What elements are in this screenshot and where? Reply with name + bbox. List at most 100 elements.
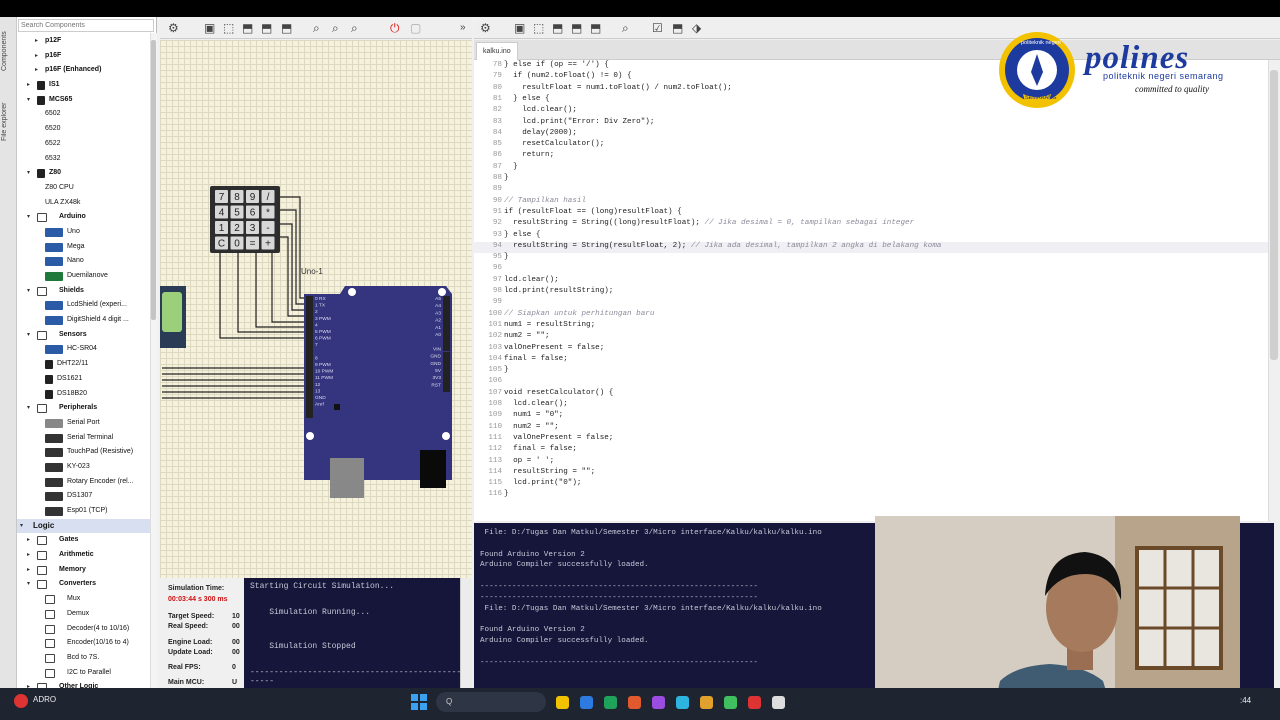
tree-item[interactable]: 6532 [17,152,156,167]
editor-scroll-thumb[interactable] [1270,70,1278,360]
collapse-arrow-icon[interactable]: ▾ [27,401,30,416]
settings-gear-icon[interactable]: ⚙ [168,21,179,35]
tree-item[interactable]: I2C to Parallel [17,666,156,681]
tree-group[interactable]: ▸ Other Logic [17,680,156,688]
code-line[interactable]: valOnePresent = false; [504,344,604,352]
tree-item[interactable]: Nano [17,254,156,269]
code-editor[interactable]: 78} else if (op == '/') {79 if (num2.toF… [474,60,1268,521]
tree-group[interactable]: ▸ Gates [17,533,156,548]
open-file-icon[interactable]: ⬚ [533,21,544,35]
tree-group[interactable]: ▸ Memory [17,563,156,578]
tree-group[interactable]: ▾ Converters [17,577,156,592]
collapse-arrow-icon[interactable]: ▾ [27,328,30,343]
code-line[interactable]: resultString = String(resultFloat, 2); /… [504,242,941,250]
code-line[interactable]: num1 = "0"; [504,411,563,419]
components-scroll-thumb[interactable] [151,40,156,320]
expand-arrow-icon[interactable]: ▸ [27,548,30,563]
tree-group[interactable]: ▾ Logic [17,518,156,534]
tree-item[interactable]: LcdShield (experi... [17,298,156,313]
code-line[interactable]: num2 = ""; [504,332,550,340]
circuit-canvas[interactable]: 7 8 9/4 5 6 * 1 2 3- C 0 = + Uno-1 0 RX 1 TX 2 3 PWM 4 5 … [160,40,472,578]
collapse-arrow-icon[interactable]: ▾ [27,166,30,181]
tree-item[interactable]: DHT22/11 [17,357,156,372]
taskbar-clock[interactable]: :44 [1240,696,1251,705]
code-line[interactable]: } [504,490,509,498]
save-circuit-icon[interactable]: ▣ [204,21,215,35]
taskbar-app-icon[interactable] [604,696,617,709]
collapse-arrow-icon[interactable]: ▾ [27,577,30,592]
taskbar-app-icon[interactable] [724,696,737,709]
tree-item[interactable]: Serial Port [17,416,156,431]
taskbar-app-label[interactable]: ADRO [33,695,56,704]
tree-group[interactable]: ▾ Peripherals [17,401,156,416]
expand-arrow-icon[interactable]: ▸ [27,563,30,578]
tree-item[interactable]: 6520 [17,122,156,137]
tree-group[interactable]: ▸ IS1 [17,78,156,93]
component-search-input[interactable] [18,19,154,32]
tree-item[interactable]: Uno [17,225,156,240]
code-line[interactable]: resultFloat = num1.toFloat() / num2.toFl… [504,84,732,92]
windows-start-icon[interactable] [411,694,427,710]
code-line[interactable]: valOnePresent = false; [504,434,613,442]
tree-item[interactable]: Decoder(4 to 10/16) [17,622,156,637]
tree-item[interactable]: DS1621 [17,372,156,387]
collapse-arrow-icon[interactable]: ▾ [27,93,30,108]
zoom-in-icon[interactable]: ⌕ [332,21,339,35]
taskbar-app-icon[interactable] [676,696,689,709]
debug-icon[interactable]: ⬗ [692,21,701,35]
collapse-arrow-icon[interactable]: ▾ [20,519,23,534]
tab-file-explorer[interactable]: File explorer [1,87,16,157]
tree-group[interactable]: ▸ Arithmetic [17,548,156,563]
code-line[interactable]: delay(2000); [504,129,577,137]
code-line[interactable]: } [504,366,509,374]
taskbar-app-icon[interactable] [628,696,641,709]
expand-arrow-icon[interactable]: ▸ [35,49,38,64]
taskbar-app-icon[interactable] [700,696,713,709]
tree-item[interactable]: Duemilanove [17,269,156,284]
tab-kalku-ino[interactable]: kalku.ino [476,42,518,60]
code-line[interactable]: num1 = resultString; [504,321,595,329]
tree-item[interactable]: ▸ p16F (Enhanced) [17,63,156,78]
code-line[interactable]: // Siapkan untuk perhitungan baru [504,310,654,318]
code-line[interactable]: return; [504,151,554,159]
tree-item[interactable]: 6522 [17,137,156,152]
taskbar-app-icon[interactable] [556,696,569,709]
expand-arrow-icon[interactable]: ▸ [35,63,38,78]
code-line[interactable]: // Tampilkan hasil [504,197,586,205]
tree-item[interactable]: Rotary Encoder (rel... [17,475,156,490]
code-line[interactable]: resultString = String((long)resultFloat)… [504,219,914,227]
code-line[interactable]: resetCalculator(); [504,140,604,148]
expand-arrow-icon[interactable]: ▸ [27,680,30,688]
tree-item[interactable]: Encoder(10/16 to 4) [17,636,156,651]
taskbar-app-icon[interactable] [748,696,761,709]
code-line[interactable]: } [504,253,509,261]
tree-item[interactable]: HC-SR04 [17,342,156,357]
code-line[interactable]: if (num2.toFloat() != 0) { [504,72,632,80]
collapse-arrow-icon[interactable]: ▾ [27,210,30,225]
code-line[interactable]: final = false; [504,445,577,453]
open-recent-icon[interactable]: ⬒ [261,21,272,35]
tree-item[interactable]: Mega [17,240,156,255]
tree-item[interactable]: DigitShield 4 digit ... [17,313,156,328]
taskbar-search-box[interactable]: Q [436,692,546,712]
compile-check-icon[interactable]: ☑ [652,21,663,35]
taskbar-app-icon[interactable] [772,696,785,709]
code-line[interactable]: lcd.print("Error: Div Zero"); [504,118,654,126]
code-line[interactable]: if (resultFloat == (long)resultFloat) { [504,208,682,216]
collapse-arrow-icon[interactable]: ▾ [27,284,30,299]
tree-item[interactable]: TouchPad (Resistive) [17,445,156,460]
tree-item[interactable]: ▸ p12F [17,34,156,49]
collapse-arrow-icon[interactable]: » [460,21,466,35]
reload-icon[interactable]: ⬒ [590,21,601,35]
upload-icon[interactable]: ⬒ [672,21,683,35]
simulation-log-scrollbar[interactable] [460,578,472,688]
export-icon[interactable]: ⬒ [281,21,292,35]
code-line[interactable]: op = ' '; [504,457,554,465]
tree-item[interactable]: Bcd to 7S. [17,651,156,666]
save-as-file-icon[interactable]: ⬒ [571,21,582,35]
tree-item[interactable]: Z80 CPU [17,181,156,196]
open-folder-icon[interactable]: ⬒ [242,21,253,35]
code-line[interactable]: } [504,174,509,182]
code-line[interactable]: } else { [504,231,540,239]
save-file-icon[interactable]: ⬒ [552,21,563,35]
